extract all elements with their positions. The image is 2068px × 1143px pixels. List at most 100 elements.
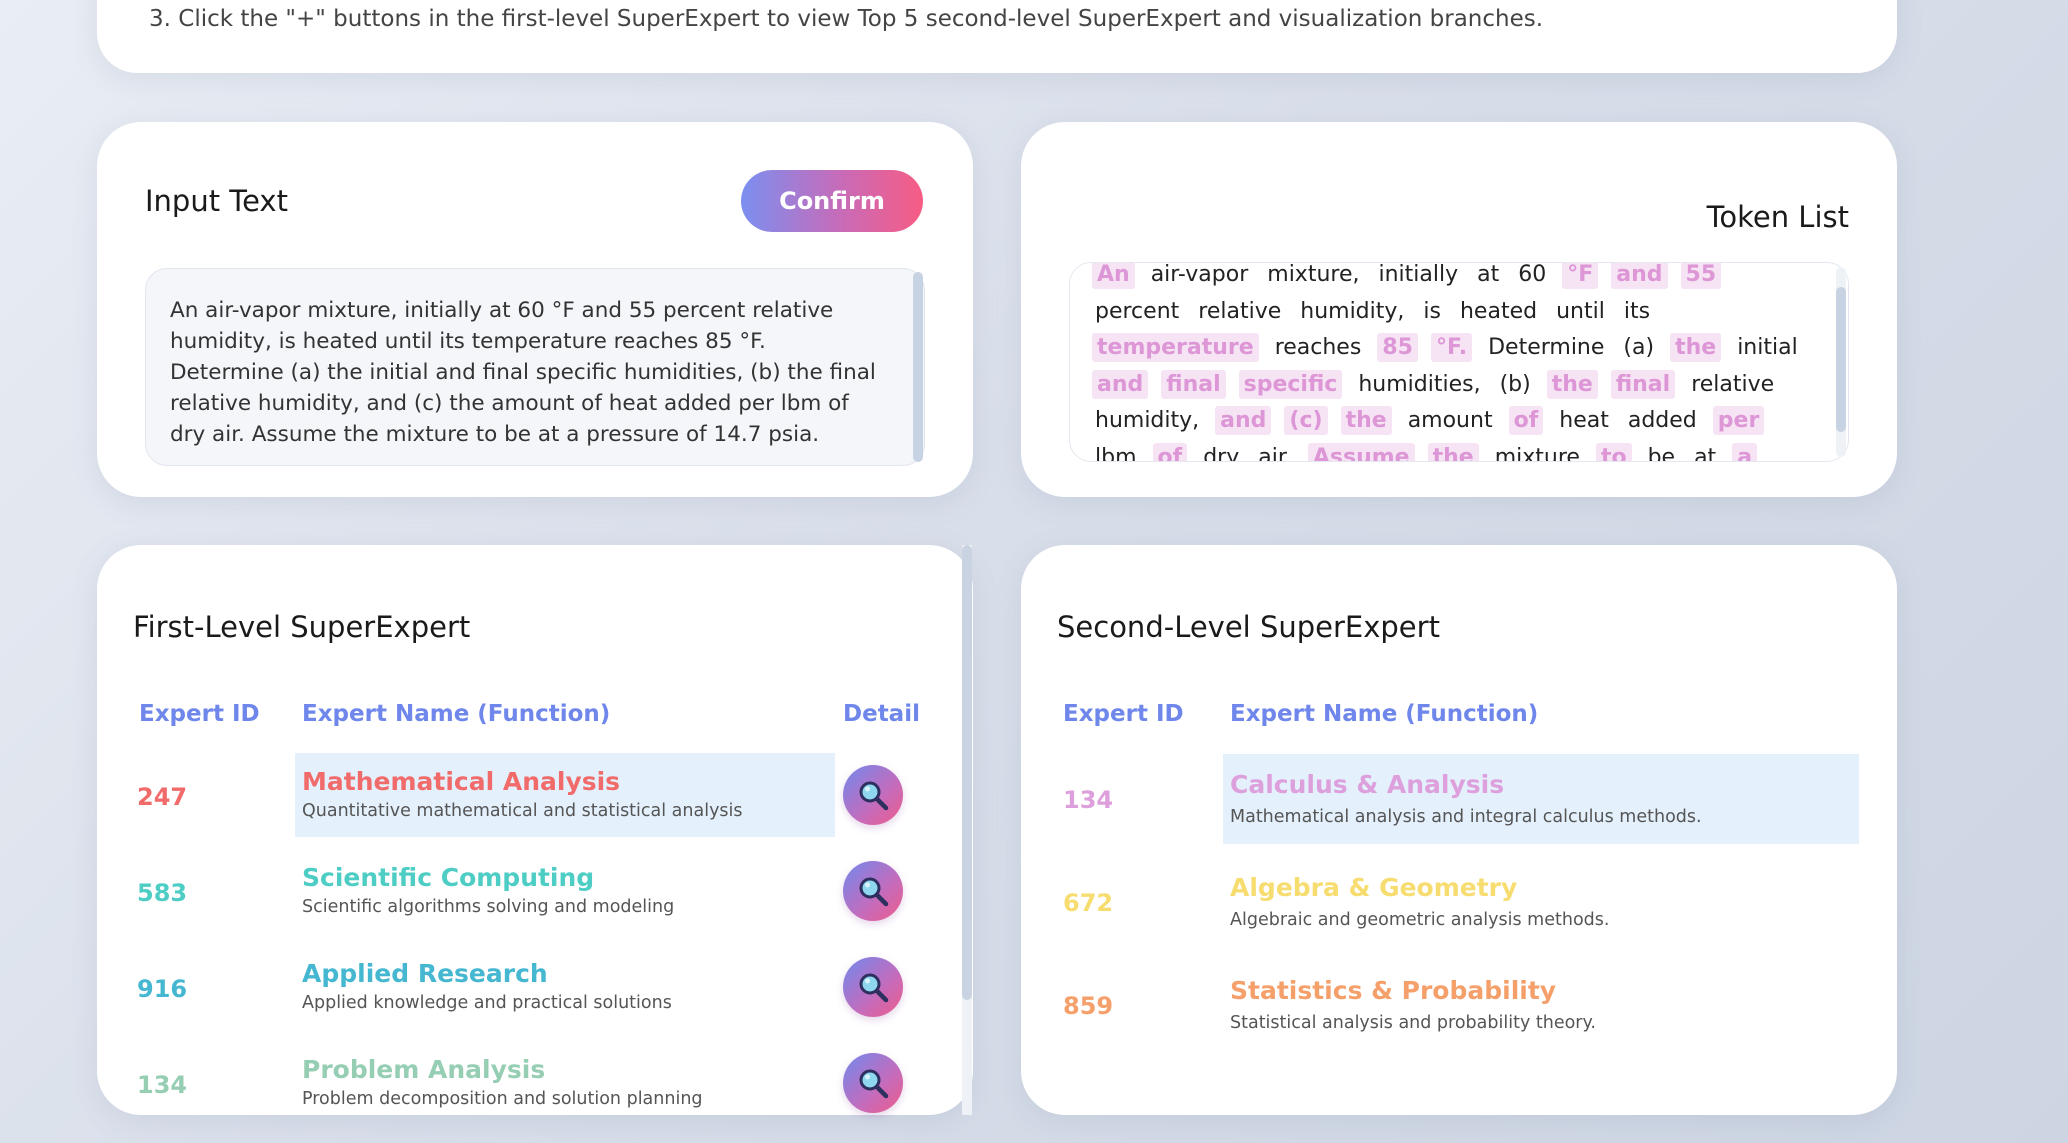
- detail-button[interactable]: [843, 957, 903, 1017]
- detail-button[interactable]: [843, 765, 903, 825]
- expert-id: 859: [1063, 992, 1114, 1020]
- token[interactable]: humidity,: [1092, 408, 1202, 433]
- expert-name[interactable]: Calculus & Analysis: [1230, 770, 1504, 799]
- magnifier-icon: [859, 781, 889, 811]
- expert-name[interactable]: Scientific Computing: [302, 863, 594, 892]
- token[interactable]: humidity,: [1297, 299, 1407, 324]
- token[interactable]: °F.: [1430, 333, 1473, 362]
- input-scrollbar[interactable]: [913, 272, 923, 462]
- token[interactable]: specific: [1238, 369, 1343, 399]
- token[interactable]: a: [1732, 442, 1758, 461]
- token[interactable]: and: [1215, 406, 1272, 435]
- token[interactable]: at: [1474, 263, 1502, 287]
- first-level-scrollbar-thumb[interactable]: [962, 545, 972, 1000]
- token[interactable]: mixture: [1492, 445, 1583, 462]
- confirm-button[interactable]: Confirm: [741, 170, 923, 232]
- first-level-card: First-Level SuperExpert Expert ID Expert…: [97, 545, 973, 1115]
- token[interactable]: the: [1427, 442, 1479, 461]
- token[interactable]: lbm: [1092, 445, 1140, 462]
- token[interactable]: percent: [1092, 299, 1182, 324]
- token[interactable]: initially: [1376, 263, 1462, 287]
- token[interactable]: its: [1621, 299, 1653, 324]
- token-flow: An air-vapor mixture, initially at 60 °F…: [1092, 263, 1808, 462]
- expert-name[interactable]: Statistics & Probability: [1230, 976, 1556, 1005]
- token[interactable]: is: [1420, 299, 1444, 324]
- token[interactable]: to: [1595, 442, 1632, 461]
- token[interactable]: mixture,: [1264, 263, 1362, 287]
- token[interactable]: (a): [1620, 335, 1657, 360]
- expert-id: 247: [137, 783, 188, 811]
- expert-name[interactable]: Applied Research: [302, 959, 548, 988]
- second-level-title: Second-Level SuperExpert: [1057, 610, 1440, 644]
- token[interactable]: be: [1645, 445, 1679, 462]
- detail-button[interactable]: [843, 1053, 903, 1113]
- token[interactable]: 60: [1515, 263, 1549, 287]
- token[interactable]: air.: [1255, 445, 1295, 462]
- token[interactable]: Assume: [1307, 442, 1415, 461]
- token[interactable]: temperature: [1092, 333, 1259, 362]
- input-scrollbar-thumb[interactable]: [913, 272, 923, 462]
- expert-description: Quantitative mathematical and statistica…: [302, 801, 743, 821]
- col-expert-id: Expert ID: [139, 701, 260, 727]
- token[interactable]: Determine: [1485, 335, 1607, 360]
- expert-row[interactable]: 672 Algebra & Geometry Algebraic and geome…: [1021, 857, 1897, 947]
- token-list-card: Token List An air-vapor mixture, initial…: [1021, 122, 1897, 497]
- token[interactable]: reaches: [1272, 335, 1365, 360]
- token[interactable]: (b): [1497, 372, 1534, 397]
- token[interactable]: per: [1712, 406, 1765, 435]
- row-selected-highlight: [1223, 754, 1859, 844]
- expert-row[interactable]: 916 Applied Research Applied knowledge and…: [97, 945, 973, 1035]
- col-detail: Detail: [843, 701, 920, 727]
- token[interactable]: amount: [1405, 408, 1496, 433]
- token[interactable]: the: [1546, 369, 1598, 399]
- token[interactable]: final: [1161, 369, 1226, 399]
- token-scrollbar-thumb[interactable]: [1836, 287, 1846, 432]
- token[interactable]: An: [1092, 263, 1135, 289]
- token[interactable]: final: [1610, 369, 1676, 399]
- token[interactable]: °F: [1562, 263, 1599, 289]
- expert-name[interactable]: Problem Analysis: [302, 1055, 545, 1084]
- col-expert-name: Expert Name (Function): [1230, 701, 1539, 727]
- magnifier-icon: [859, 1069, 889, 1099]
- token-scrollbar[interactable]: [1836, 267, 1846, 457]
- expert-description: Mathematical analysis and integral calcu…: [1230, 807, 1702, 827]
- expert-row[interactable]: 134 Problem Analysis Problem decomposition…: [97, 1041, 973, 1131]
- token[interactable]: (c): [1284, 406, 1328, 435]
- token[interactable]: the: [1340, 406, 1392, 435]
- input-textarea[interactable]: An air-vapor mixture, initially at 60 °F…: [145, 268, 925, 466]
- token[interactable]: at: [1691, 445, 1719, 462]
- expert-description: Statistical analysis and probability the…: [1230, 1013, 1596, 1033]
- expert-row[interactable]: 134 Calculus & Analysis Mathematical analy…: [1021, 754, 1897, 844]
- expert-row[interactable]: 859 Statistics & Probability Statistical a…: [1021, 960, 1897, 1050]
- expert-row[interactable]: 247 Mathematical Analysis Quantitative mat…: [97, 753, 973, 843]
- token[interactable]: dry: [1200, 445, 1242, 462]
- expert-name[interactable]: Mathematical Analysis: [302, 767, 620, 796]
- token[interactable]: 85: [1377, 333, 1418, 362]
- token[interactable]: of: [1152, 442, 1188, 461]
- instructions-card: 3. Click the "+" buttons in the first-le…: [97, 0, 1897, 73]
- input-text-card: Input Text Confirm An air-vapor mixture,…: [97, 122, 973, 497]
- token[interactable]: and: [1092, 369, 1149, 399]
- expert-name[interactable]: Algebra & Geometry: [1230, 873, 1517, 902]
- first-level-scrollbar[interactable]: [962, 545, 972, 1115]
- detail-button[interactable]: [843, 861, 903, 921]
- token[interactable]: humidities,: [1355, 372, 1483, 397]
- token[interactable]: the: [1670, 333, 1722, 362]
- expert-description: Scientific algorithms solving and modeli…: [302, 897, 675, 917]
- token[interactable]: heat: [1556, 408, 1612, 433]
- token[interactable]: relative: [1688, 372, 1777, 397]
- token[interactable]: of: [1508, 406, 1544, 435]
- token[interactable]: and: [1611, 263, 1668, 289]
- token-list-box[interactable]: An air-vapor mixture, initially at 60 °F…: [1069, 262, 1849, 462]
- token[interactable]: air-vapor: [1148, 263, 1252, 287]
- token[interactable]: until: [1553, 299, 1608, 324]
- token[interactable]: 55: [1680, 263, 1722, 289]
- col-expert-name: Expert Name (Function): [302, 701, 611, 727]
- expert-row[interactable]: 583 Scientific Computing Scientific algori…: [97, 849, 973, 939]
- token[interactable]: initial: [1734, 335, 1801, 360]
- expert-id: 672: [1063, 889, 1114, 917]
- token[interactable]: added: [1625, 408, 1700, 433]
- second-level-card: Second-Level SuperExpert Expert ID Exper…: [1021, 545, 1897, 1115]
- token[interactable]: heated: [1457, 299, 1540, 324]
- token[interactable]: relative: [1195, 299, 1284, 324]
